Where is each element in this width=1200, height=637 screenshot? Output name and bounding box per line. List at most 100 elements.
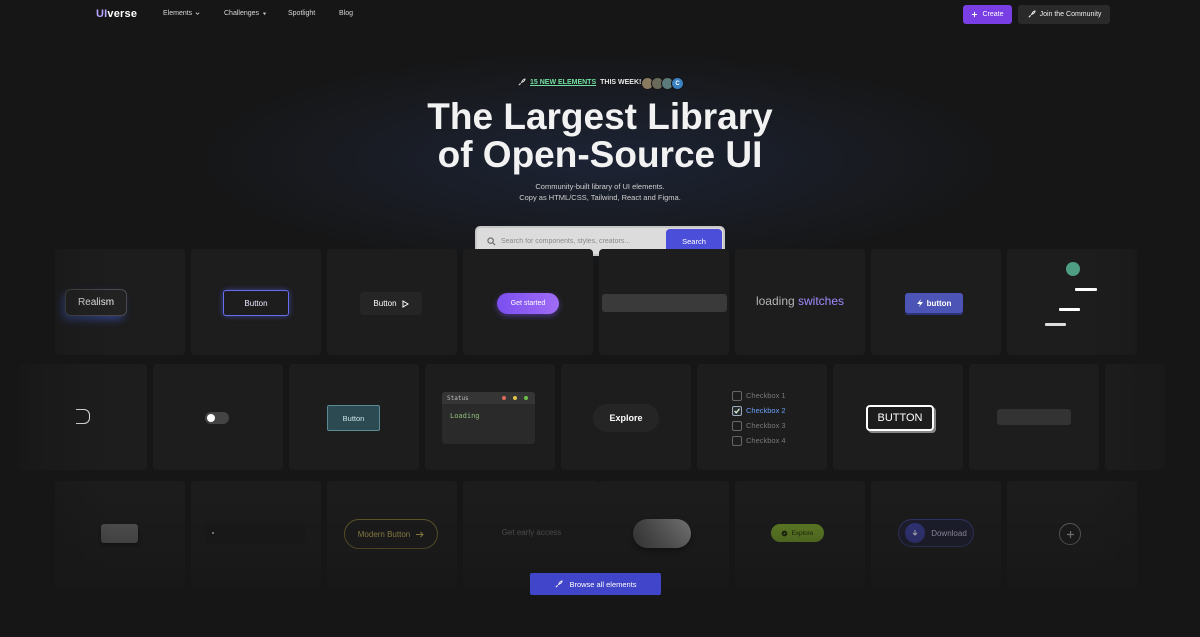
element-card-big-button[interactable]: BUTTON: [833, 364, 963, 470]
subtitle-line2: Copy as HTML/CSS, Tailwind, React and Fi…: [519, 193, 681, 202]
plus-icon: [972, 11, 978, 18]
announce-rest: THIS WEEK!: [600, 79, 642, 86]
logo[interactable]: UIverse: [96, 8, 137, 20]
nav-elements-label: Elements: [163, 10, 193, 17]
element-card-realism[interactable]: Realism: [55, 249, 185, 355]
modern-button[interactable]: Modern Button: [344, 519, 438, 549]
element-card-play-button[interactable]: Button: [327, 249, 457, 355]
bolt-button[interactable]: button: [905, 293, 963, 313]
element-card-loading-switches[interactable]: loading switches: [735, 249, 865, 355]
checkmark-icon: [732, 406, 742, 417]
checkbox-item[interactable]: Checkbox 1: [732, 388, 786, 403]
element-card-input[interactable]: [969, 364, 1099, 470]
checkbox-list: Checkbox 1 Checkbox 2 Checkbox 3 Checkbo…: [732, 388, 786, 448]
lightning-icon: [916, 299, 923, 307]
checkbox-item[interactable]: Checkbox 3: [732, 418, 786, 433]
element-card-early-access[interactable]: Get early access: [463, 481, 600, 587]
element-card-plus[interactable]: [1007, 481, 1137, 587]
search-input[interactable]: [501, 237, 661, 245]
element-card-explore[interactable]: Explore: [561, 364, 691, 470]
join-label: Join the Community: [1039, 11, 1102, 18]
grey-button[interactable]: [101, 524, 138, 543]
element-card-bolt-button[interactable]: button: [871, 249, 1001, 355]
nav-elements[interactable]: Elements: [163, 10, 200, 17]
compass-icon: [782, 530, 788, 536]
create-button[interactable]: Create: [963, 5, 1012, 24]
modern-button-label: Modern Button: [357, 529, 411, 539]
element-card-menu-loader[interactable]: [1007, 249, 1137, 355]
terminal-title: Status: [447, 394, 469, 402]
download-label: Download: [931, 528, 967, 538]
outline-button[interactable]: Button: [223, 290, 289, 316]
element-card-lime-button[interactable]: Explore: [735, 481, 865, 587]
terminal-titlebar: Status: [442, 392, 535, 404]
checkbox-label: Checkbox 4: [746, 436, 786, 445]
avatar-group: C: [641, 77, 684, 90]
dot-icon: [1066, 262, 1080, 276]
element-card-terminal[interactable]: Status Loading: [425, 364, 555, 470]
element-card-teal-button[interactable]: Button: [289, 364, 419, 470]
big-button[interactable]: BUTTON: [866, 405, 934, 431]
loading-word: loading: [755, 294, 795, 308]
element-card-3d-toggle[interactable]: [599, 481, 729, 587]
close-dot-icon: [502, 396, 506, 400]
plus-circle-icon[interactable]: [1059, 523, 1081, 545]
play-button-label: Button: [373, 299, 397, 308]
caret-down-icon: [262, 12, 267, 16]
download-icon: [905, 523, 926, 543]
element-card-partial[interactable]: [1105, 364, 1165, 470]
nav-spotlight[interactable]: Spotlight: [288, 10, 315, 17]
checkbox-icon: [732, 436, 742, 447]
nav-challenges[interactable]: Challenges: [224, 10, 267, 17]
element-card-grey-button[interactable]: [55, 481, 185, 587]
element-card-get-started[interactable]: Get started: [463, 249, 593, 355]
subtitle-line1: Community-built library of UI elements.: [535, 182, 665, 191]
toggle-switch[interactable]: [205, 412, 229, 424]
terminal-text: Loading: [450, 412, 480, 420]
nav-challenges-label: Challenges: [224, 10, 260, 17]
arrow-right-icon: [416, 531, 424, 537]
terminal-window: Status Loading: [442, 392, 535, 444]
checkbox-label: Checkbox 1: [746, 391, 786, 400]
create-label: Create: [982, 11, 1004, 18]
search-icon: [487, 236, 496, 245]
maximize-dot-icon: [524, 396, 528, 400]
element-card-dark-input[interactable]: [191, 481, 321, 587]
rocket-icon: [518, 78, 526, 86]
dark-input[interactable]: [205, 521, 305, 545]
new-elements-announcement[interactable]: 15 NEW ELEMENTS THIS WEEK!: [517, 78, 641, 87]
nav-blog[interactable]: Blog: [339, 10, 353, 17]
ring-icon: [76, 409, 90, 424]
checkbox-item[interactable]: Checkbox 2: [732, 403, 786, 418]
play-button[interactable]: Button: [360, 292, 422, 315]
download-button[interactable]: Download: [898, 519, 974, 547]
avatar: C: [671, 77, 684, 90]
top-nav: UIverse Elements Challenges Spotlight Bl…: [0, 0, 1200, 30]
element-card-ring[interactable]: [20, 364, 147, 470]
nav-blog-label: Blog: [339, 10, 354, 17]
rocket-icon: [555, 579, 563, 588]
lime-button-label: Explore: [791, 529, 814, 537]
element-card-outline-button[interactable]: Button: [191, 249, 321, 355]
element-card-toggle[interactable]: [153, 364, 283, 470]
element-card-checkboxes[interactable]: Checkbox 1 Checkbox 2 Checkbox 3 Checkbo…: [697, 364, 827, 470]
join-community-button[interactable]: Join the Community: [1018, 5, 1110, 24]
realism-button[interactable]: Realism: [65, 289, 127, 316]
switches-word: switches: [798, 294, 845, 308]
element-card-download[interactable]: Download: [871, 481, 1001, 587]
teal-button[interactable]: Button: [327, 405, 380, 431]
get-started-button[interactable]: Get started: [497, 293, 559, 314]
minimize-dot-icon: [513, 396, 517, 400]
lime-explore-button[interactable]: Explore: [771, 524, 824, 542]
explore-button[interactable]: Explore: [593, 404, 659, 432]
small-input[interactable]: [997, 409, 1071, 425]
slider-widget[interactable]: [602, 294, 727, 312]
3d-toggle[interactable]: [633, 519, 691, 548]
element-card-modern-button[interactable]: Modern Button: [327, 481, 457, 587]
browse-all-button[interactable]: Browse all elements: [530, 573, 661, 595]
chevron-down-icon: [195, 12, 200, 15]
checkbox-item[interactable]: Checkbox 4: [732, 433, 786, 448]
cursor-dot: [212, 532, 214, 534]
logo-suffix: verse: [107, 8, 138, 20]
element-card-slider[interactable]: [599, 249, 729, 355]
